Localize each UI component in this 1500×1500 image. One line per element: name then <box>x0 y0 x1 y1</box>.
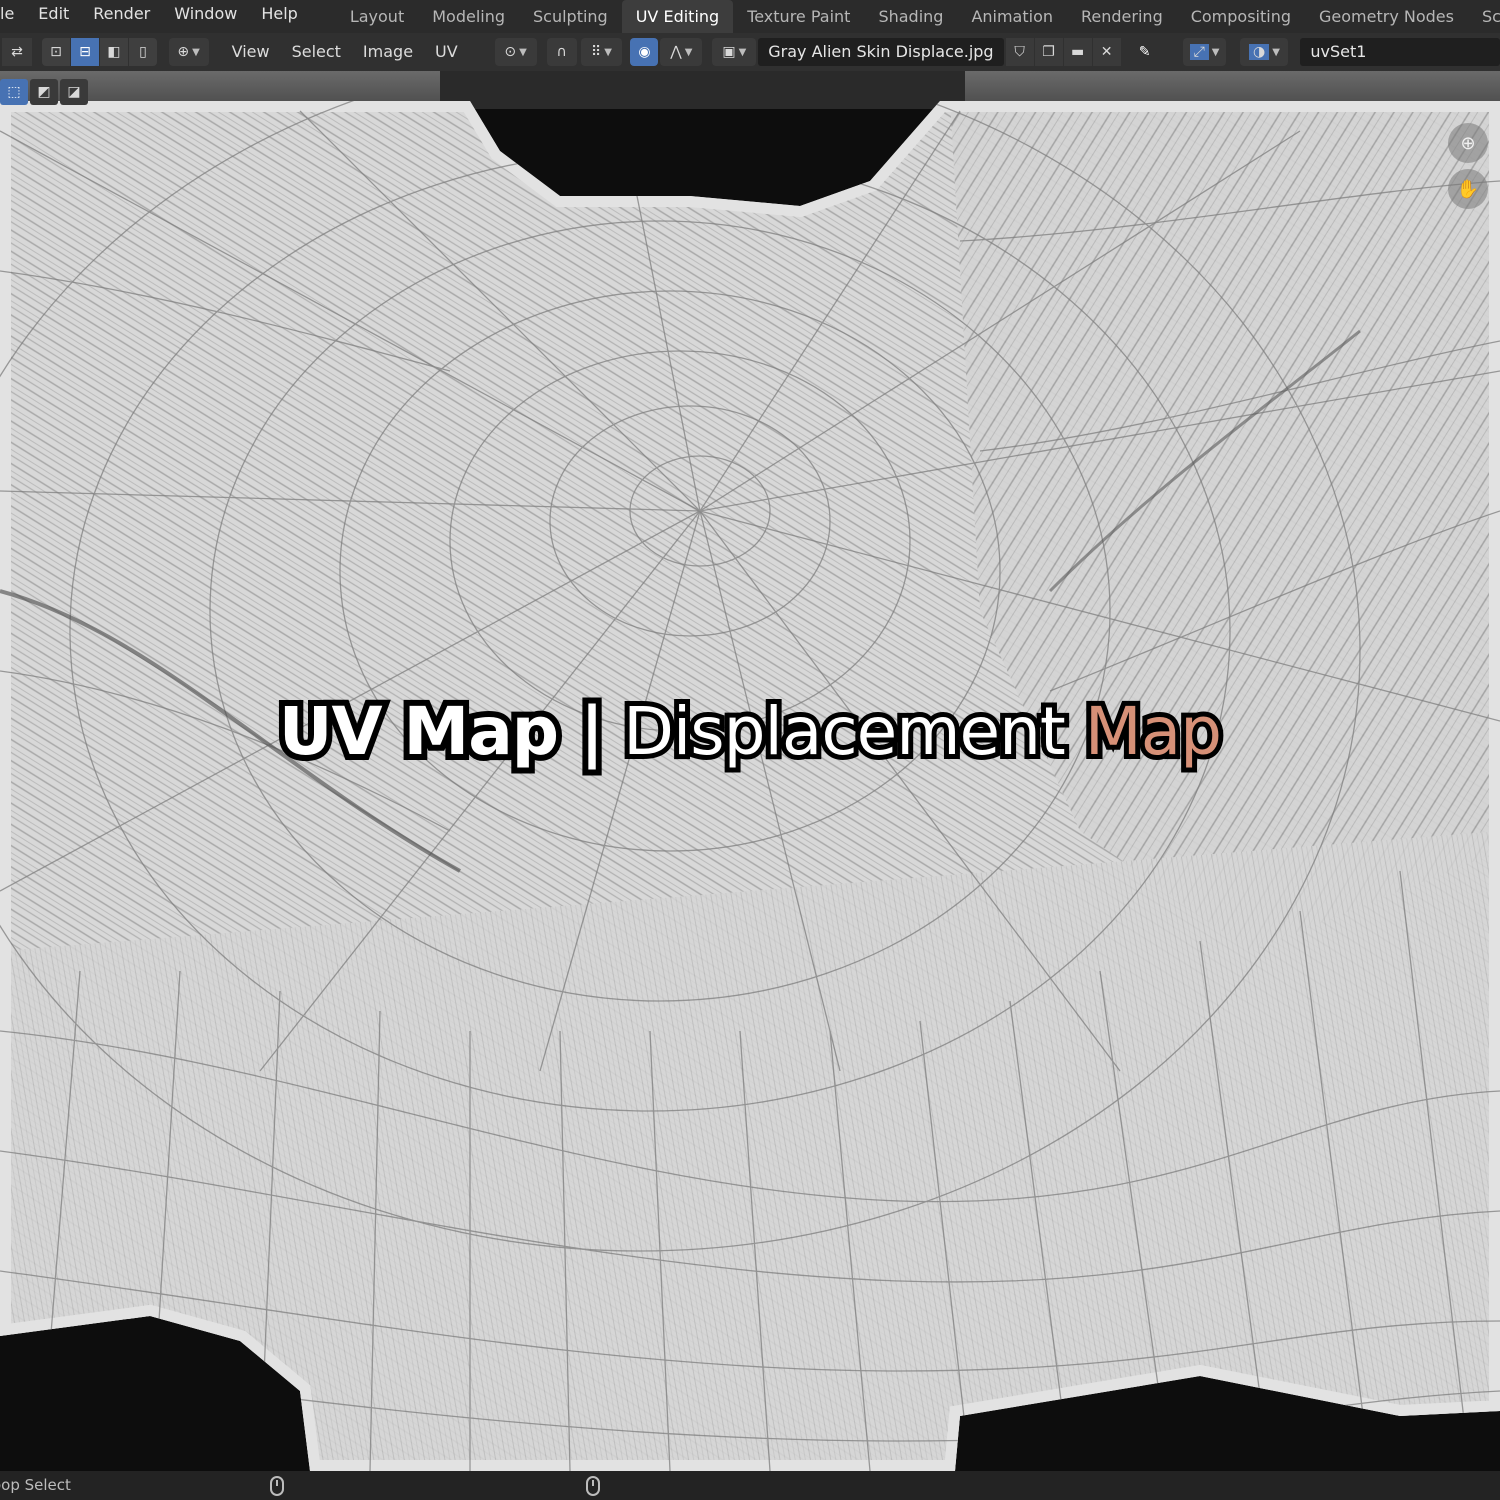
open-image-folder-icon[interactable]: ▬ <box>1063 38 1092 66</box>
select-box-tools: ⬚ ◩ ◪ <box>0 79 88 105</box>
proportional-editing-toggle[interactable]: ◉ <box>630 38 659 66</box>
main-menu: le Edit Render Window Help <box>0 0 310 33</box>
header-menu-uv[interactable]: UV <box>424 33 469 71</box>
overlay-title-uv-map: UV Map | <box>273 687 610 776</box>
pin-icon[interactable]: ✎ <box>1131 38 1159 66</box>
mouse-right-icon <box>586 1476 600 1496</box>
magnet-icon: ∩ <box>556 44 567 60</box>
workspace-tabs: Layout Modeling Sculpting UV Editing Tex… <box>336 0 1500 33</box>
gizmo-dropdown[interactable]: ⤢ ▼ <box>1182 38 1227 66</box>
tab-sculpting[interactable]: Sculpting <box>519 0 622 33</box>
header-menu-image[interactable]: Image <box>352 33 424 71</box>
falloff-curve-icon: ⋀ <box>670 44 682 60</box>
image-name-field[interactable]: Gray Alien Skin Displace.jpg <box>758 38 1004 66</box>
pivot-icon: ⊙ <box>504 44 517 60</box>
duplicate-image-icon[interactable]: ❐ <box>1034 38 1063 66</box>
chevron-down-icon: ▼ <box>738 46 747 58</box>
tab-animation[interactable]: Animation <box>957 0 1067 33</box>
tab-shading[interactable]: Shading <box>864 0 957 33</box>
chevron-down-icon: ▼ <box>192 46 200 58</box>
snap-grid-icon: ⠿ <box>591 44 602 60</box>
overlay-title-displacement: Displacement <box>618 688 1071 775</box>
sticky-select-dropdown[interactable]: ⊕ ▼ <box>168 38 209 66</box>
pivot-point-dropdown[interactable]: ⊙ ▼ <box>494 38 537 66</box>
select-box-new-icon[interactable]: ⬚ <box>0 79 28 105</box>
chevron-down-icon: ▼ <box>604 46 612 58</box>
proportional-editing-icon: ◉ <box>638 44 651 60</box>
tab-uv-editing[interactable]: UV Editing <box>621 0 734 33</box>
uv-mesh-canvas[interactable] <box>0 71 1500 1471</box>
menu-render[interactable]: Render <box>81 0 162 33</box>
chevron-down-icon: ▼ <box>1211 46 1220 58</box>
tab-compositing[interactable]: Compositing <box>1177 0 1305 33</box>
tab-scripting[interactable]: Scripting <box>1468 0 1500 33</box>
snap-target-dropdown[interactable]: ⠿ ▼ <box>580 38 623 66</box>
uv-editor-viewport[interactable]: ⬚ ◩ ◪ ⊕ ✋ UV Map | Displacement Map <box>0 71 1500 1471</box>
chevron-down-icon: ▼ <box>1272 46 1280 58</box>
sticky-select-icon: ⊕ <box>177 44 190 60</box>
tab-modeling[interactable]: Modeling <box>418 0 519 33</box>
overlay-title-map: Map <box>1080 688 1227 775</box>
menu-edit[interactable]: Edit <box>26 0 81 33</box>
tab-rendering[interactable]: Rendering <box>1067 0 1177 33</box>
face-select-icon[interactable]: ◧ <box>99 38 128 66</box>
falloff-dropdown[interactable]: ⋀ ▼ <box>660 38 703 66</box>
snap-toggle[interactable]: ∩ <box>546 38 577 66</box>
tool-header-gap <box>440 71 965 109</box>
close-icon[interactable]: ✕ <box>1092 38 1121 66</box>
uv-editor-header: ⇄ ⊡ ⊟ ◧ ▯ ⊕ ▼ View Select Image UV ⊙ ▼ ∩ ⠿… <box>0 33 1500 71</box>
select-mode-group: ⊡ ⊟ ◧ ▯ <box>41 38 157 66</box>
menu-help[interactable]: Help <box>249 0 309 33</box>
status-bar: oop Select <box>0 1471 1500 1500</box>
select-box-subtract-icon[interactable]: ◪ <box>60 79 88 105</box>
edge-select-icon[interactable]: ⊟ <box>70 38 99 66</box>
island-select-icon[interactable]: ▯ <box>128 38 157 66</box>
vertex-select-icon[interactable]: ⊡ <box>41 38 70 66</box>
header-menu-select[interactable]: Select <box>281 33 352 71</box>
top-bar: le Edit Render Window Help Layout Modeli… <box>0 0 1500 33</box>
sync-selection-icon[interactable]: ⇄ <box>2 38 32 66</box>
overlay-title: UV Map | Displacement Map <box>0 687 1500 776</box>
mouse-middle-icon <box>270 1476 284 1496</box>
chevron-down-icon: ▼ <box>684 46 693 58</box>
zoom-icon[interactable]: ⊕ <box>1448 123 1488 163</box>
image-icon: ▣ <box>722 44 736 60</box>
overlays-icon: ◑ <box>1248 44 1270 60</box>
tab-geometry-nodes[interactable]: Geometry Nodes <box>1305 0 1468 33</box>
overlays-dropdown[interactable]: ◑ ▼ <box>1240 38 1289 66</box>
hand-pan-icon[interactable]: ✋ <box>1448 169 1488 209</box>
uv-map-field[interactable]: uvSet1 <box>1300 38 1500 66</box>
uv-island[interactable] <box>0 71 1500 1471</box>
tab-layout[interactable]: Layout <box>336 0 418 33</box>
fake-user-shield-icon[interactable]: ⛉ <box>1005 38 1034 66</box>
select-box-extend-icon[interactable]: ◩ <box>30 79 58 105</box>
tab-texture-paint[interactable]: Texture Paint <box>733 0 864 33</box>
status-hint-loop-select: oop Select <box>0 1476 71 1494</box>
gizmo-icon: ⤢ <box>1189 44 1209 60</box>
browse-image-dropdown[interactable]: ▣ ▼ <box>712 38 757 66</box>
header-menu-view[interactable]: View <box>221 33 281 71</box>
chevron-down-icon: ▼ <box>519 46 527 58</box>
menu-file[interactable]: le <box>0 0 26 33</box>
menu-window[interactable]: Window <box>162 0 249 33</box>
